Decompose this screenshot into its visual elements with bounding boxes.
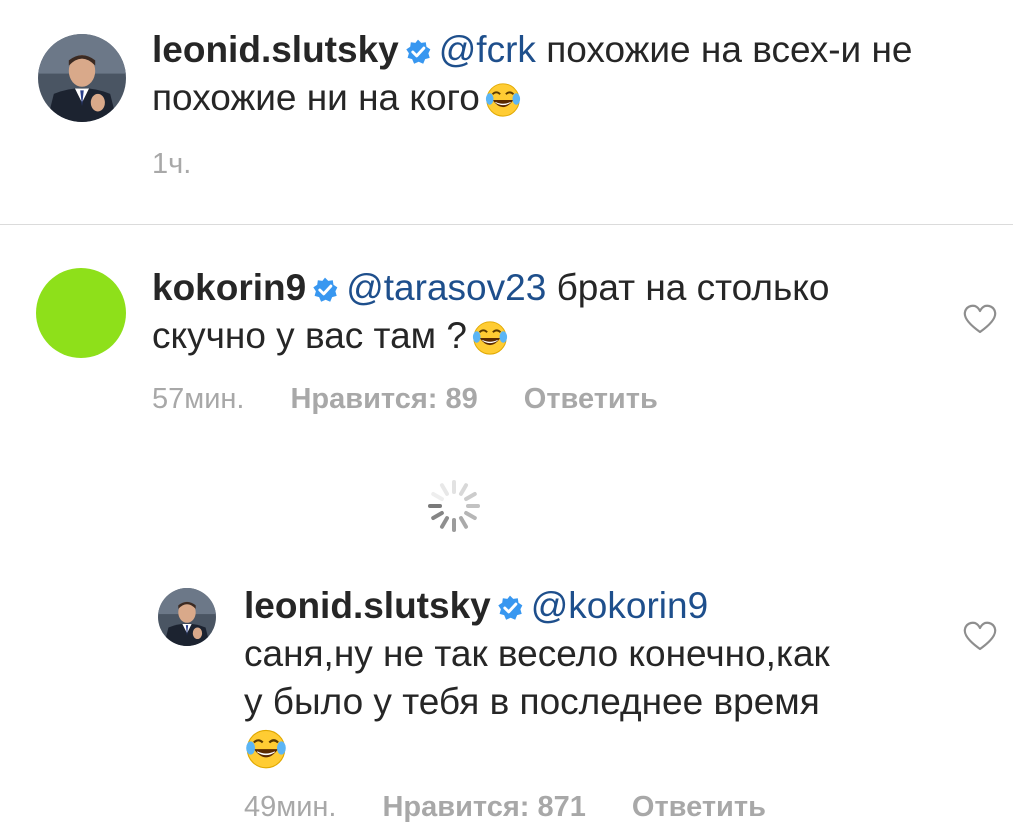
heart-outline-icon[interactable] — [962, 620, 998, 652]
comment-body-line2: скучно у вас там ? — [152, 315, 467, 356]
username[interactable]: kokorin9 — [152, 267, 306, 308]
divider — [0, 224, 1013, 225]
mention-link[interactable]: @tarasov23 — [346, 267, 546, 308]
avatar-photo — [38, 34, 126, 122]
heart-outline-icon[interactable] — [962, 303, 998, 335]
reply-button[interactable]: Ответить — [524, 383, 658, 415]
timestamp: 49мин. — [244, 791, 337, 823]
comment-meta: 49мин. Нравится: 871 Ответить — [244, 791, 766, 824]
comment-body-line1: похожие на всех-и не — [546, 29, 913, 70]
verified-badge-icon — [405, 39, 431, 65]
likes-count-button[interactable]: Нравится: 871 — [382, 791, 585, 823]
timestamp: 1ч. — [152, 148, 192, 180]
avatar-photo — [158, 588, 216, 646]
mention-link[interactable]: @fcrk — [439, 29, 536, 70]
comment-body-line2: похожие ни на кого — [152, 77, 480, 118]
loading-spinner-icon — [428, 480, 480, 532]
comment-text: leonid.slutsky @fcrk похожие на всех-и не… — [152, 26, 1002, 122]
avatar[interactable] — [38, 34, 126, 122]
mention-link[interactable]: @kokorin9 — [531, 585, 708, 626]
likes-count-button[interactable]: Нравится: 89 — [290, 383, 477, 415]
timestamp: 57мин. — [152, 383, 245, 415]
avatar[interactable] — [158, 588, 216, 646]
face-with-tears-of-joy-icon — [484, 80, 522, 118]
verified-badge-icon — [312, 277, 338, 303]
verified-badge-icon — [497, 595, 523, 621]
face-with-tears-of-joy-icon — [244, 726, 288, 770]
comment-body-line1: саня,ну не так весело конечно,как — [244, 633, 830, 674]
comment-body-line2: у было у тебя в последнее время — [244, 681, 820, 722]
username[interactable]: leonid.slutsky — [152, 29, 399, 70]
face-with-tears-of-joy-icon — [471, 318, 509, 356]
comment-text: leonid.slutsky @kokorin9 саня,ну не так в… — [244, 582, 944, 774]
comment-text: kokorin9 @tarasov23 брат на столько скучн… — [152, 264, 952, 360]
reply-button[interactable]: Ответить — [632, 791, 766, 823]
comment-meta: 57мин. Нравится: 89 Ответить — [152, 383, 658, 416]
avatar[interactable] — [36, 268, 126, 358]
comment-meta: 1ч. — [152, 148, 191, 181]
comment-body-line1: брат на столько — [556, 267, 830, 308]
username[interactable]: leonid.slutsky — [244, 585, 491, 626]
